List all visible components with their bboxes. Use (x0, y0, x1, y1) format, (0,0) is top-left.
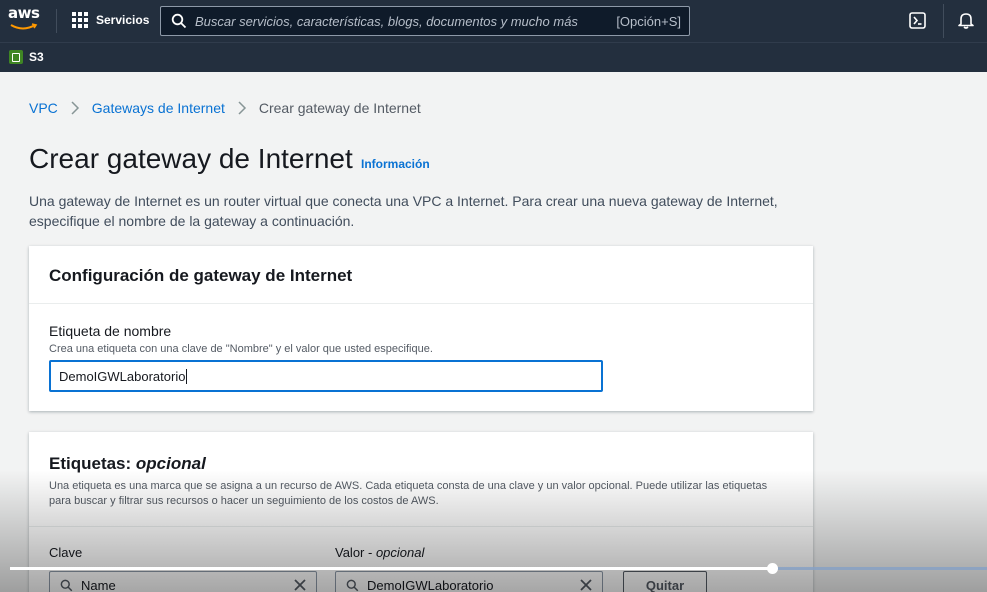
aws-smile-icon (10, 23, 38, 30)
video-buffer-bar (777, 567, 987, 570)
chevron-right-icon (71, 101, 79, 115)
search-icon (171, 13, 187, 29)
tag-key-value: Name (81, 577, 116, 592)
name-tag-hint: Crea una etiqueta con una clave de "Nomb… (49, 343, 433, 355)
config-panel-title: Configuración de gateway de Internet (29, 246, 813, 304)
tag-value-value: DemoIGWLaboratorio (367, 577, 494, 592)
services-grid-icon (72, 12, 88, 28)
services-menu-button[interactable]: Servicios (72, 12, 149, 28)
top-navigation: aws Servicios Buscar servicios, caracter… (0, 0, 987, 42)
tags-title-optional: opcional (135, 454, 206, 473)
name-tag-value: DemoIGWLaboratorio (59, 368, 186, 384)
favorite-s3-label: S3 (29, 50, 44, 64)
video-progress-fill (10, 567, 772, 570)
global-search-input[interactable]: Buscar servicios, características, blogs… (160, 6, 690, 36)
chevron-right-icon (238, 101, 246, 115)
search-placeholder: Buscar servicios, características, blogs… (195, 13, 578, 29)
favorite-s3-link[interactable]: S3 (9, 50, 44, 64)
tags-description: Una etiqueta es una marca que se asigna … (49, 480, 768, 507)
value-header-text: Valor - (335, 545, 376, 560)
breadcrumb-current: Crear gateway de Internet (258, 100, 421, 116)
clear-key-icon[interactable] (294, 579, 306, 591)
favorites-bar: S3 (0, 42, 987, 72)
gateway-config-panel: Configuración de gateway de Internet Eti… (29, 246, 813, 411)
text-caret (186, 368, 188, 384)
tags-divider (29, 526, 813, 527)
s3-service-icon (9, 50, 23, 64)
notifications-bell-icon[interactable] (957, 11, 975, 29)
page-title: Crear gateway de Internet (29, 143, 353, 174)
nav-divider-right (943, 4, 944, 38)
search-icon (60, 579, 73, 591)
breadcrumb-vpc[interactable]: VPC (29, 100, 58, 116)
name-tag-label: Etiqueta de nombre (49, 323, 172, 339)
cloudshell-icon[interactable] (909, 12, 926, 29)
breadcrumb: VPC Gateways de Internet Crear gateway d… (29, 100, 421, 116)
page-description: Una gateway de Internet es un router vir… (29, 193, 778, 229)
services-label: Servicios (96, 13, 150, 27)
value-header-optional: opcional (375, 545, 425, 560)
remove-tag-button[interactable]: Quitar (623, 571, 707, 592)
aws-logo[interactable]: aws (8, 6, 42, 34)
key-column-header: Clave (49, 545, 83, 560)
video-progress-bar[interactable] (10, 563, 987, 574)
breadcrumb-internet-gateways[interactable]: Gateways de Internet (92, 100, 225, 116)
nav-divider (56, 9, 57, 33)
clear-value-icon[interactable] (580, 579, 592, 591)
video-scrubber-handle[interactable] (767, 563, 778, 574)
tag-value-input[interactable]: DemoIGWLaboratorio (335, 571, 603, 592)
name-tag-input[interactable]: DemoIGWLaboratorio (49, 360, 603, 392)
aws-logo-text: aws (8, 4, 40, 22)
tags-panel-title: Etiquetas: opcional (49, 454, 206, 474)
search-icon (346, 579, 359, 591)
search-shortcut: [Opción+S] (616, 13, 681, 29)
info-link[interactable]: Información (361, 157, 430, 171)
tag-key-input[interactable]: Name (49, 571, 317, 592)
tags-title-prefix: Etiquetas: (49, 454, 136, 473)
value-column-header: Valor - opcional (335, 545, 424, 560)
